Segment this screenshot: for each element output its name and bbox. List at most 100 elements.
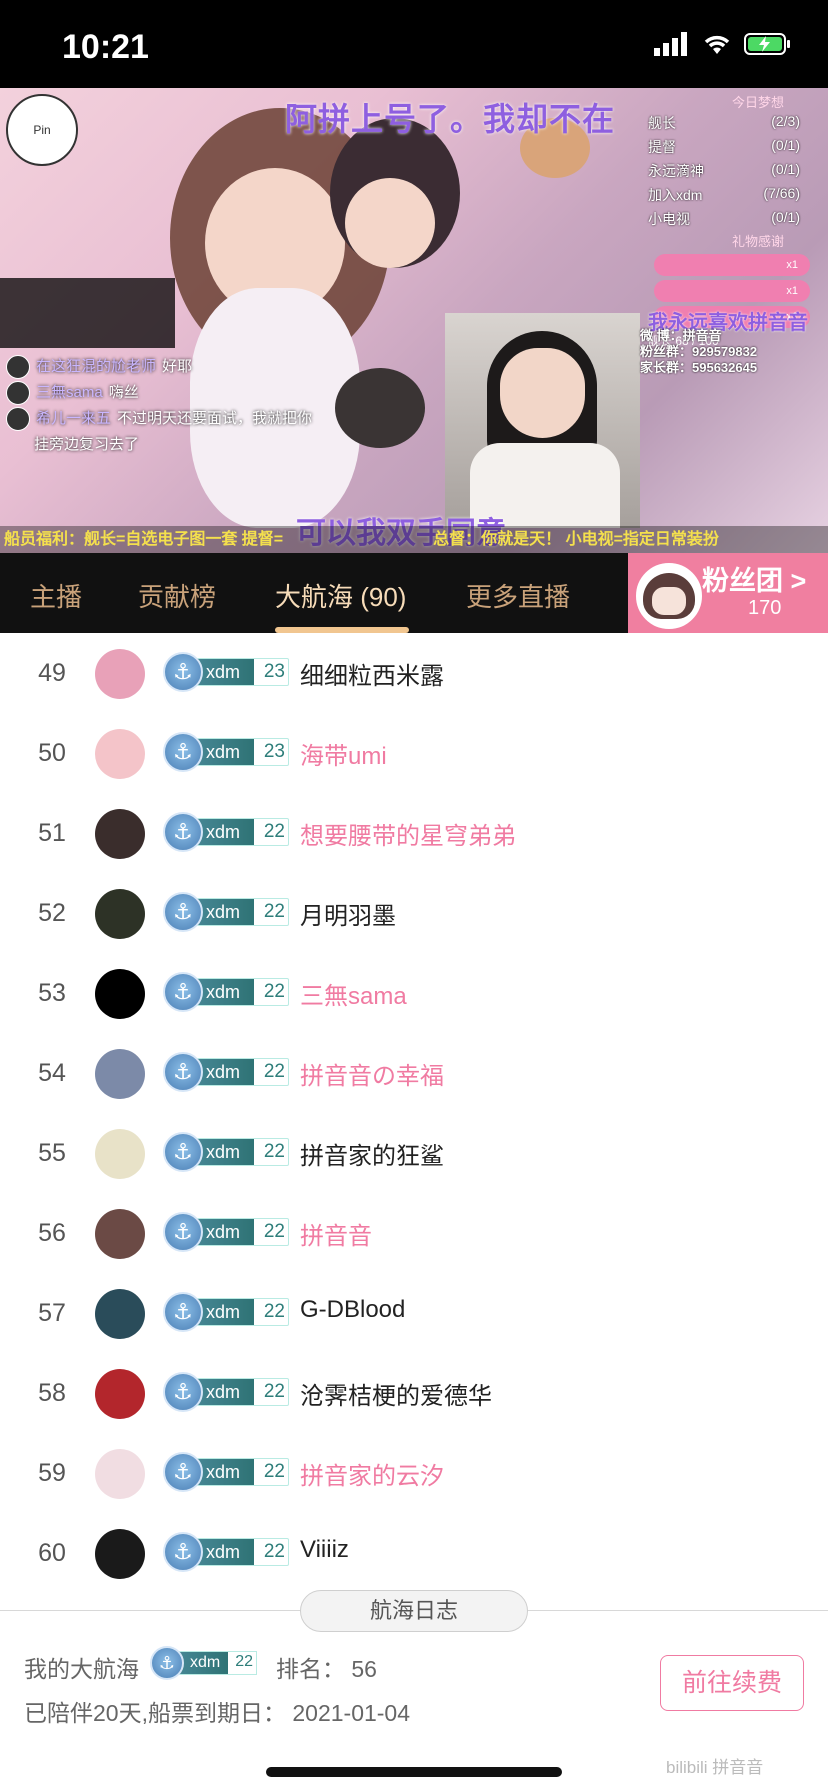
avatar[interactable] — [95, 1449, 145, 1499]
my-membership-info: 已陪伴20天,船票到期日： 2021-01-04 — [24, 1700, 411, 1726]
danmaku-top: 阿拼上号了。我却不在 — [285, 101, 616, 137]
chat-overlay: 在这狂混的尬老师 好耶 三無sama 嗨丝 希儿一来五 不过明天还要面试，我就把你 挂… — [6, 354, 312, 458]
gift-pill: x1 — [654, 280, 810, 302]
gift-pill: x1 — [654, 254, 810, 276]
member-name[interactable]: 三無sama — [300, 976, 407, 1011]
welfare-banner: 船员福利：舰长=自选电子图一套 提督= 总督：你就是天！ 小电视=指定日常装扮 — [0, 526, 828, 553]
fleet-badge: ⚓ xdm 22 — [163, 812, 291, 852]
member-name[interactable]: 想要腰带的星穹弟弟 — [300, 816, 516, 851]
rank-number: 53 — [38, 979, 66, 1007]
avatar[interactable] — [95, 1529, 145, 1579]
list-item[interactable]: 57 ⚓ xdm 22 G-DBlood — [0, 1273, 828, 1353]
anchor-icon: ⚓ — [163, 972, 203, 1012]
tab-more-live[interactable]: 更多直播 — [466, 577, 570, 614]
tab-streamer[interactable]: 主播 — [30, 577, 82, 614]
list-item[interactable]: 59 ⚓ xdm 22 拼音家的云汐 — [0, 1433, 828, 1513]
avatar[interactable] — [95, 809, 145, 859]
anchor-icon: ⚓ — [163, 732, 203, 772]
member-name[interactable]: 拼音音 — [300, 1216, 372, 1251]
streamer-camera — [445, 313, 640, 528]
anchor-icon: ⚓ — [163, 1052, 203, 1092]
list-item[interactable]: 54 ⚓ xdm 22 拼音音の幸福 — [0, 1033, 828, 1113]
list-item[interactable]: 60 ⚓ xdm 22 Viiiiz — [0, 1513, 828, 1593]
avatar[interactable] — [95, 649, 145, 699]
avatar[interactable] — [95, 1369, 145, 1419]
rank-number: 55 — [38, 1139, 66, 1167]
live-video-player[interactable]: Pin 阿拼上号了。我却不在 今日梦想 舰长 (2/3) 提督 (0/1) 永远滴神… — [0, 88, 828, 553]
member-name[interactable]: 沧霁桔梗的爱德华 — [300, 1376, 492, 1411]
anchor-icon: ⚓ — [163, 1212, 203, 1252]
chat-message: 挂旁边复习去了 — [34, 436, 140, 453]
dream-header: 今日梦想 — [731, 95, 784, 110]
renew-button[interactable]: 前往续费 — [660, 1655, 804, 1711]
member-name[interactable]: 海带umi — [300, 736, 387, 771]
list-item[interactable]: 49 ⚓ xdm 23 细细粒西米露 — [0, 633, 828, 713]
list-item[interactable]: 56 ⚓ xdm 22 拼音音 — [0, 1193, 828, 1273]
my-fleet-badge: ⚓ xdm 22 — [150, 1646, 260, 1682]
fleet-badge: ⚓ xdm 22 — [163, 972, 291, 1012]
dream-row: 舰长 (2/3) — [648, 113, 800, 131]
my-rank: 排名： 56 — [276, 1656, 377, 1682]
home-indicator[interactable] — [266, 1767, 562, 1777]
fan-club-count: 170 — [748, 597, 782, 619]
anchor-icon: ⚓ — [163, 1452, 203, 1492]
anchor-icon: ⚓ — [163, 812, 203, 852]
member-name[interactable]: 细细粒西米露 — [300, 656, 444, 691]
list-item[interactable]: 55 ⚓ xdm 22 拼音家的狂鲨 — [0, 1113, 828, 1193]
fleet-badge: ⚓ xdm 22 — [163, 1292, 291, 1332]
fan-club-avatar — [636, 563, 702, 629]
avatar[interactable] — [95, 889, 145, 939]
group-info: 微 博：拼音音 粉丝群：929579832 家长群：595632645 — [640, 328, 758, 375]
gift-header: 礼物感谢 — [731, 234, 784, 249]
watermark: bilibili 拼音音 — [666, 1758, 764, 1777]
rank-number: 59 — [38, 1459, 66, 1487]
fleet-badge: ⚓ xdm 23 — [163, 732, 291, 772]
streamer-logo: Pin — [6, 94, 78, 166]
list-item[interactable]: 53 ⚓ xdm 22 三無sama — [0, 953, 828, 1033]
member-name[interactable]: 拼音音の幸福 — [300, 1056, 444, 1091]
member-name[interactable]: 拼音家的云汐 — [300, 1456, 444, 1491]
anchor-icon: ⚓ — [150, 1646, 184, 1680]
rank-number: 58 — [38, 1379, 66, 1407]
status-bar: 10:21 — [0, 0, 828, 88]
dream-row: 永远滴神 (0/1) — [648, 161, 800, 179]
voyage-log-button[interactable]: 航海日志 — [300, 1590, 528, 1632]
chat-message: 希儿一来五 不过明天还要面试，我就把你 — [6, 406, 312, 432]
anchor-icon: ⚓ — [163, 652, 203, 692]
list-item[interactable]: 50 ⚓ xdm 23 海带umi — [0, 713, 828, 793]
dream-row: 小电视 (0/1) — [648, 209, 800, 227]
rank-number: 49 — [38, 659, 66, 687]
tab-contribution[interactable]: 贡献榜 — [138, 577, 216, 614]
rank-number: 56 — [38, 1219, 66, 1247]
avatar[interactable] — [95, 1129, 145, 1179]
signal-icon — [654, 32, 687, 56]
dream-row: 提督 (0/1) — [648, 137, 800, 155]
list-item[interactable]: 58 ⚓ xdm 22 沧霁桔梗的爱德华 — [0, 1353, 828, 1433]
avatar[interactable] — [95, 1209, 145, 1259]
top-fans-box — [0, 278, 175, 348]
tab-fleet[interactable]: 大航海 (90) — [275, 577, 406, 614]
avatar[interactable] — [95, 969, 145, 1019]
member-name[interactable]: G-DBlood — [300, 1296, 405, 1324]
member-name[interactable]: Viiiiz — [300, 1536, 349, 1564]
avatar[interactable] — [95, 729, 145, 779]
anchor-icon: ⚓ — [163, 1532, 203, 1572]
avatar[interactable] — [95, 1289, 145, 1339]
rank-number: 54 — [38, 1059, 66, 1087]
fleet-badge: ⚓ xdm 22 — [163, 1372, 291, 1412]
wifi-icon — [704, 35, 730, 54]
chat-avatar — [6, 355, 30, 379]
member-name[interactable]: 月明羽墨 — [300, 896, 396, 931]
list-item[interactable]: 52 ⚓ xdm 22 月明羽墨 — [0, 873, 828, 953]
avatar[interactable] — [95, 1049, 145, 1099]
my-fleet-label: 我的大航海 — [24, 1656, 139, 1682]
fleet-badge: ⚓ xdm 23 — [163, 652, 291, 692]
fleet-badge: ⚓ xdm 22 — [163, 1532, 291, 1572]
member-name[interactable]: 拼音家的狂鲨 — [300, 1136, 444, 1171]
fleet-badge: ⚓ xdm 22 — [163, 1132, 291, 1172]
fleet-badge: ⚓ xdm 22 — [163, 1052, 291, 1092]
dream-row: 加入xdm (7/66) — [648, 185, 800, 203]
fan-club-button[interactable]: 粉丝团 > 170 — [628, 553, 828, 633]
list-item[interactable]: 51 ⚓ xdm 22 想要腰带的星穹弟弟 — [0, 793, 828, 873]
fleet-badge: ⚓ xdm 22 — [163, 892, 291, 932]
